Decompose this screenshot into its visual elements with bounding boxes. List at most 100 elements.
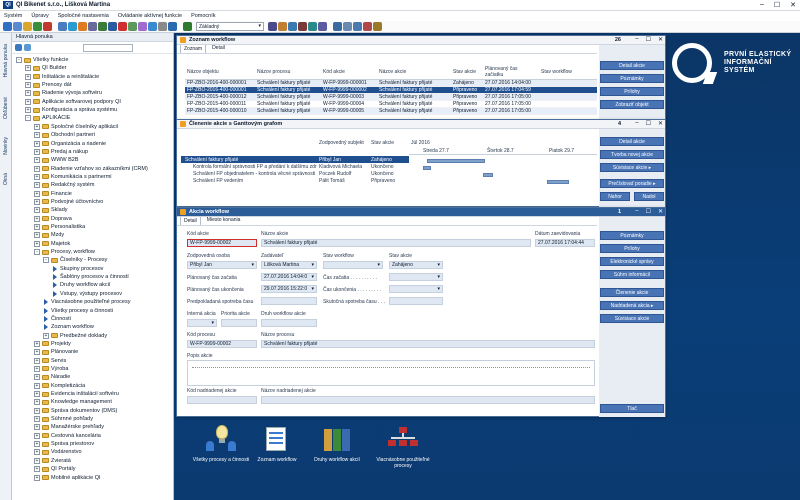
tree-node[interactable]: + Redakčný systém bbox=[34, 181, 94, 189]
col-workflow-state[interactable]: Stav workflow bbox=[539, 65, 597, 80]
tree-node[interactable]: + Náradie bbox=[34, 373, 70, 381]
responsible-field[interactable]: Přibyl Jan bbox=[187, 261, 257, 269]
excel-icon[interactable] bbox=[288, 22, 297, 31]
action-detail-button[interactable]: Detail akcie bbox=[600, 137, 664, 146]
close-icon[interactable]: ✕ bbox=[658, 208, 663, 215]
gantt-row[interactable]: Kontrola formální správnosti FP a předán… bbox=[181, 163, 409, 170]
action-code-field[interactable]: W-FP-9999-00002 bbox=[187, 239, 257, 247]
tree-node[interactable]: + Riadenie vývoja softvéru bbox=[25, 89, 102, 97]
new-action-button[interactable]: Tvorba novej akcie bbox=[600, 150, 664, 159]
tree-node[interactable]: + QI Portály bbox=[34, 465, 75, 473]
summary-button[interactable]: Súhrn informácií bbox=[600, 270, 664, 279]
maximize-icon[interactable]: ☐ bbox=[646, 120, 651, 127]
gantt-bar[interactable] bbox=[483, 173, 493, 177]
shortcut-reusable-processes[interactable]: Viacnásobne použiteľné procesy bbox=[368, 425, 438, 469]
tree-node[interactable]: Činnosti bbox=[43, 315, 71, 323]
expand-toggle-icon[interactable]: - bbox=[43, 257, 49, 264]
tree-node[interactable]: + Servis bbox=[34, 357, 66, 365]
print-button[interactable]: Tlač bbox=[600, 404, 664, 413]
maximize-icon[interactable]: ☐ bbox=[774, 1, 780, 9]
expand-toggle-icon[interactable]: + bbox=[34, 140, 40, 147]
tree-node[interactable]: + Riadenie vzťahov so zákazníkmi (CRM) bbox=[34, 165, 148, 173]
parent-action-button[interactable]: Nadriadená akcia ▸ bbox=[600, 301, 664, 310]
expand-toggle-icon[interactable]: + bbox=[34, 132, 40, 139]
print-icon[interactable] bbox=[88, 22, 97, 31]
tab-detail[interactable]: Detail bbox=[180, 216, 201, 225]
gantt-bar[interactable] bbox=[427, 159, 485, 163]
home-icon[interactable] bbox=[58, 22, 67, 31]
internal-action-field[interactable] bbox=[187, 319, 217, 327]
side-tab-main-menu[interactable]: Hlavná ponuka bbox=[1, 37, 11, 85]
menu-system[interactable]: Systém bbox=[4, 13, 22, 19]
delete-icon[interactable] bbox=[118, 22, 127, 31]
tree-node[interactable]: - Všetky funkcie bbox=[16, 56, 68, 64]
menu-search-input[interactable] bbox=[83, 43, 133, 52]
tree-node[interactable]: + Kompletizácia bbox=[34, 382, 85, 390]
planned-end-field[interactable]: 29.07.2016 15:22:0 bbox=[261, 285, 317, 293]
move-up-button[interactable]: Nahor bbox=[600, 192, 630, 201]
tree-node[interactable]: + Predbežné doklady bbox=[43, 332, 107, 340]
col-action-name[interactable]: Názov akcie bbox=[377, 65, 451, 80]
expand-toggle-icon[interactable]: + bbox=[34, 224, 40, 230]
assigner-field[interactable]: Lišková Martina bbox=[261, 261, 317, 269]
expand-toggle-icon[interactable]: + bbox=[34, 240, 40, 247]
expand-toggle-icon[interactable]: + bbox=[25, 82, 31, 89]
expand-toggle-icon[interactable]: + bbox=[34, 173, 40, 180]
side-tab-windows[interactable]: Okná bbox=[1, 167, 11, 191]
related-actions-button[interactable]: Súvisiace akcie ▸ bbox=[600, 163, 664, 172]
export-icon[interactable] bbox=[278, 22, 287, 31]
expand-toggle-icon[interactable]: + bbox=[34, 449, 40, 456]
table-row[interactable]: FP-ZBO-2015-400-000012 Schválení faktury … bbox=[185, 93, 597, 101]
tree-node[interactable]: + Inštalácie a reinštalácie bbox=[25, 73, 99, 81]
expand-toggle-icon[interactable]: + bbox=[34, 123, 40, 130]
renumber-button[interactable]: Prečíslovať poradie ▸ bbox=[600, 179, 664, 188]
tree-node[interactable]: + Organizácia a riadenie bbox=[34, 140, 106, 148]
priority-field[interactable] bbox=[221, 319, 257, 327]
menu-common-settings[interactable]: Spoločné nastavenia bbox=[58, 13, 109, 19]
table-row[interactable]: FP-ZBO-2016-400-000001 Schválení faktury … bbox=[185, 86, 597, 94]
layout-select[interactable]: Základný bbox=[196, 22, 264, 31]
notes-button[interactable]: Poznámky bbox=[600, 231, 664, 240]
tree-node[interactable]: + Výroba bbox=[34, 365, 68, 373]
workflow-action-titlebar[interactable]: Akcia workflow 1 – ☐ ✕ bbox=[177, 208, 665, 217]
tree-node[interactable]: + Vodárenstvo bbox=[34, 448, 82, 456]
minimize-icon[interactable]: – bbox=[635, 120, 638, 127]
pdf-icon[interactable] bbox=[298, 22, 307, 31]
expand-toggle-icon[interactable]: + bbox=[25, 107, 31, 114]
maximize-icon[interactable]: ☐ bbox=[646, 208, 651, 215]
expand-toggle-icon[interactable]: + bbox=[34, 382, 40, 389]
expand-toggle-icon[interactable]: + bbox=[25, 65, 31, 72]
window-icon[interactable] bbox=[333, 22, 342, 31]
expand-toggle-icon[interactable]: + bbox=[34, 148, 40, 155]
tree-node[interactable]: Šablóny procesov a činností bbox=[52, 273, 129, 281]
col-action-state[interactable]: Stav akcie bbox=[451, 65, 483, 80]
tree-node[interactable]: + Financie bbox=[34, 190, 72, 198]
action-state-field[interactable]: Zahájeno bbox=[389, 261, 443, 269]
maximize-icon[interactable]: ☐ bbox=[646, 36, 651, 43]
back-icon[interactable] bbox=[3, 22, 12, 31]
close-icon[interactable]: ✕ bbox=[658, 120, 663, 127]
expand-toggle-icon[interactable]: + bbox=[34, 190, 40, 197]
gantt-row[interactable]: Schválení faktury přijaté Přibyl Jan Zaháj… bbox=[181, 156, 409, 163]
action-type-field[interactable] bbox=[261, 319, 317, 327]
expand-toggle-icon[interactable]: + bbox=[34, 374, 40, 381]
tree-node[interactable]: + Zvieratá bbox=[34, 457, 71, 465]
help-icon[interactable] bbox=[168, 22, 177, 31]
action-breakdown-button[interactable]: Členenie akcie bbox=[600, 288, 664, 297]
filter-icon[interactable] bbox=[138, 22, 147, 31]
expand-toggle-icon[interactable]: + bbox=[34, 432, 40, 439]
globe-icon[interactable] bbox=[68, 22, 77, 31]
tree-node[interactable]: + WWW B2B bbox=[34, 156, 79, 164]
end-time-field[interactable] bbox=[389, 285, 443, 293]
tile-icon[interactable] bbox=[353, 22, 362, 31]
tree-node[interactable]: + Doprava bbox=[34, 215, 72, 223]
col-process-name[interactable]: Názov procesu bbox=[255, 65, 321, 80]
expand-toggle-icon[interactable]: + bbox=[34, 474, 40, 481]
lock-icon[interactable] bbox=[373, 22, 382, 31]
planned-start-field[interactable]: 27.07.2016 14:04:0 bbox=[261, 273, 317, 281]
tree-node[interactable]: + Správa dokumentov (DMS) bbox=[34, 407, 117, 415]
layout-save-icon[interactable] bbox=[268, 22, 277, 31]
tree-node[interactable]: Zoznam workflow bbox=[43, 323, 94, 331]
expand-toggle-icon[interactable]: + bbox=[34, 232, 40, 239]
forward-icon[interactable] bbox=[13, 22, 22, 31]
